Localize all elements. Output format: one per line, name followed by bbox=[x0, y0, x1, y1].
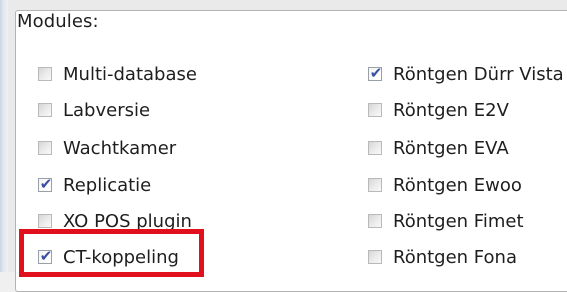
module-wachtkamer[interactable]: Wachtkamer bbox=[38, 131, 176, 165]
module-rontgen-fona-checkbox[interactable] bbox=[368, 250, 382, 264]
module-replicatie-checkbox[interactable]: ✔ bbox=[38, 175, 53, 193]
module-rontgen-eva-checkbox[interactable] bbox=[368, 141, 382, 155]
module-rontgen-fona[interactable]: Röntgen Fona bbox=[368, 240, 517, 274]
module-rontgen-ewoo[interactable]: Röntgen Ewoo bbox=[368, 168, 522, 202]
module-replicatie-label: Replicatie bbox=[63, 174, 152, 196]
module-rontgen-durr-vista-label: Röntgen Dürr Vista bbox=[393, 63, 564, 85]
module-rontgen-fona-label: Röntgen Fona bbox=[393, 246, 517, 268]
module-wachtkamer-checkbox[interactable] bbox=[38, 141, 52, 155]
modules-panel: Modules: Multi-database Labversie Wachtk… bbox=[0, 0, 567, 292]
module-multi-database[interactable]: Multi-database bbox=[38, 57, 197, 91]
module-rontgen-durr-vista-checkbox[interactable]: ✔ bbox=[368, 64, 383, 82]
module-rontgen-ewoo-checkbox[interactable] bbox=[368, 178, 382, 192]
module-rontgen-fimet-checkbox[interactable] bbox=[368, 214, 382, 228]
module-xo-pos-plugin-checkbox[interactable] bbox=[38, 214, 52, 228]
module-multi-database-label: Multi-database bbox=[63, 63, 197, 85]
module-rontgen-e2v-checkbox[interactable] bbox=[368, 103, 382, 117]
module-rontgen-eva[interactable]: Röntgen EVA bbox=[368, 131, 509, 165]
module-rontgen-e2v[interactable]: Röntgen E2V bbox=[368, 93, 509, 127]
module-rontgen-fimet[interactable]: Röntgen Fimet bbox=[368, 204, 524, 238]
checkmark-icon: ✔ bbox=[369, 64, 383, 82]
module-rontgen-eva-label: Röntgen EVA bbox=[393, 137, 509, 159]
module-replicatie[interactable]: ✔ Replicatie bbox=[38, 168, 151, 202]
module-labversie[interactable]: Labversie bbox=[38, 93, 150, 127]
checkmark-icon: ✔ bbox=[39, 175, 53, 193]
module-wachtkamer-label: Wachtkamer bbox=[63, 137, 177, 159]
window-edge bbox=[0, 0, 8, 272]
module-rontgen-fimet-label: Röntgen Fimet bbox=[393, 210, 524, 232]
module-rontgen-ewoo-label: Röntgen Ewoo bbox=[393, 174, 522, 196]
module-multi-database-checkbox[interactable] bbox=[38, 67, 52, 81]
module-rontgen-e2v-label: Röntgen E2V bbox=[393, 99, 509, 121]
modules-group-title: Modules: bbox=[17, 11, 99, 32]
highlight-box bbox=[19, 229, 204, 277]
module-rontgen-durr-vista[interactable]: ✔ Röntgen Dürr Vista bbox=[368, 57, 564, 91]
module-labversie-label: Labversie bbox=[63, 99, 151, 121]
module-labversie-checkbox[interactable] bbox=[38, 103, 52, 117]
